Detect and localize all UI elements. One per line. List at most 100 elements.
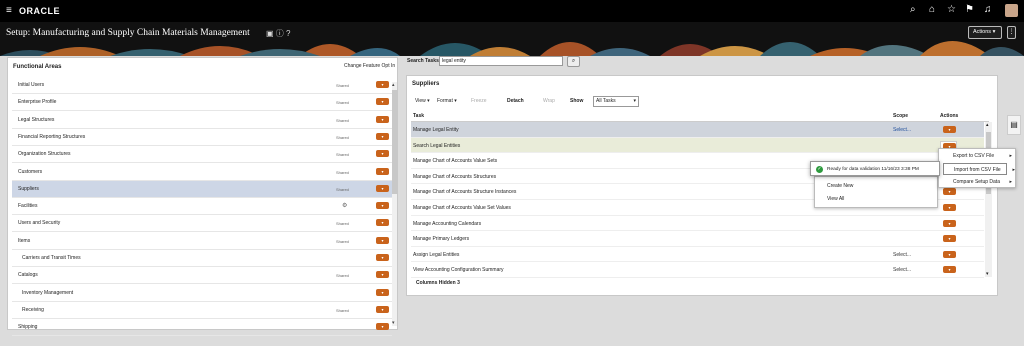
row-actions-button[interactable]: ▾ bbox=[943, 235, 956, 243]
shared-badge: Shared bbox=[336, 83, 349, 88]
functional-area-row[interactable]: Catalogs Shared ▾ bbox=[12, 267, 392, 285]
task-link[interactable]: Manage Primary Ledgers bbox=[413, 236, 469, 242]
row-actions-button[interactable]: ▾ bbox=[376, 288, 389, 296]
row-actions-button[interactable]: ▾ bbox=[376, 254, 389, 261]
row-actions-button[interactable]: ▾ bbox=[943, 219, 956, 227]
row-actions-button[interactable]: ▾ bbox=[376, 236, 389, 244]
functional-area-row[interactable]: Shipping ▾ bbox=[12, 319, 392, 337]
task-link[interactable]: Manage Chart of Accounts Structures bbox=[413, 174, 496, 180]
shared-badge: Shared bbox=[336, 186, 349, 192]
row-actions-button[interactable]: ▾ bbox=[376, 323, 389, 331]
row-actions-button[interactable]: ▾ bbox=[376, 271, 389, 279]
table-row[interactable]: View Accounting Configuration Summary Sel… bbox=[411, 262, 984, 278]
row-actions-button[interactable]: ▾ bbox=[376, 150, 389, 158]
show-filter-select[interactable]: All Tasks ▾ bbox=[593, 96, 639, 107]
scope-select-link[interactable]: Select... bbox=[893, 267, 911, 273]
row-actions-button[interactable]: ▾ bbox=[376, 219, 389, 227]
scope-select-link[interactable]: Select... bbox=[893, 127, 911, 133]
functional-area-row[interactable]: Suppliers Shared ▾ bbox=[12, 180, 392, 198]
shared-badge: Shared bbox=[336, 221, 349, 227]
functional-area-row[interactable]: Customers Shared ▾ bbox=[12, 164, 392, 181]
wrap-button[interactable]: Wrap bbox=[543, 98, 555, 104]
row-actions-button[interactable]: ▾ bbox=[376, 202, 389, 210]
functional-area-row[interactable]: Initial Users Shared ▾ bbox=[12, 77, 392, 94]
row-actions-button[interactable]: ▾ bbox=[376, 305, 389, 313]
functional-areas-scrollbar[interactable]: ▴ ▾ bbox=[392, 82, 397, 326]
functional-area-row[interactable]: Organization Structures Shared ▾ bbox=[12, 146, 392, 164]
side-panel-tab[interactable]: ▤ bbox=[1007, 115, 1021, 135]
row-actions-button[interactable]: ▾ bbox=[943, 126, 956, 133]
menu-item-import-csv[interactable]: Import from CSV File ▸ bbox=[943, 163, 1015, 175]
row-actions-button[interactable]: ▾ bbox=[943, 266, 956, 274]
detach-button[interactable]: Detach bbox=[507, 98, 524, 104]
scroll-thumb[interactable] bbox=[392, 90, 397, 194]
functional-area-label: Carriers and Transit Times bbox=[22, 255, 81, 261]
functional-area-row[interactable]: Carriers and Transit Times ▾ bbox=[12, 250, 392, 267]
actions-menu-button[interactable]: Actions ▾ bbox=[968, 26, 1002, 39]
star-icon[interactable]: ☆ bbox=[947, 5, 956, 15]
task-link[interactable]: Manage Accounting Calendars bbox=[413, 221, 481, 227]
table-row[interactable]: Assign Legal Entities Select... ▾ bbox=[411, 247, 984, 263]
functional-area-row[interactable]: Inventory Management ▾ bbox=[12, 285, 392, 302]
column-task[interactable]: Task bbox=[413, 113, 424, 119]
functional-area-row[interactable]: Users and Security Shared ▾ bbox=[12, 215, 392, 233]
bell-icon[interactable]: ♫ bbox=[984, 5, 992, 15]
oracle-logo[interactable]: ORACLE bbox=[19, 6, 60, 16]
row-actions-button[interactable]: ▾ bbox=[376, 98, 389, 106]
freeze-button[interactable]: Freeze bbox=[471, 98, 487, 104]
functional-area-label: Items bbox=[18, 237, 31, 244]
functional-area-row[interactable]: Legal Structures Shared ▾ bbox=[12, 112, 392, 129]
task-link[interactable]: Assign Legal Entities bbox=[413, 252, 459, 258]
search-button[interactable]: ⌕ bbox=[567, 56, 580, 67]
row-actions-button[interactable]: ▾ bbox=[376, 184, 389, 192]
menu-item-view-all[interactable]: View All bbox=[827, 196, 844, 202]
flag-icon[interactable]: ⚑ bbox=[965, 5, 974, 15]
table-row[interactable]: Manage Primary Ledgers ▾ bbox=[411, 231, 984, 247]
row-actions-button[interactable]: ▾ bbox=[943, 188, 956, 196]
row-actions-button[interactable]: ▾ bbox=[376, 81, 389, 88]
menu-item-export-csv[interactable]: Export to CSV File ▸ bbox=[939, 150, 1015, 162]
task-link[interactable]: Manage Chart of Accounts Value Set Value… bbox=[413, 205, 511, 211]
format-menu[interactable]: Format ▾ bbox=[437, 98, 457, 104]
menu-item-label: Import from CSV File bbox=[954, 167, 1001, 173]
task-link[interactable]: Manage Legal Entity bbox=[413, 127, 459, 133]
scroll-up-icon[interactable]: ▴ bbox=[986, 122, 989, 128]
task-table-scrollbar[interactable]: ▴ ▾ bbox=[985, 122, 992, 277]
table-row[interactable]: Manage Accounting Calendars ▾ bbox=[411, 216, 984, 232]
functional-area-row[interactable]: Financial Reporting Structures Shared ▾ bbox=[12, 129, 392, 146]
functional-area-row[interactable]: Enterprise Profile Shared ▾ bbox=[12, 94, 392, 112]
search-tasks-input[interactable]: legal entity bbox=[439, 56, 563, 66]
column-actions[interactable]: Actions bbox=[940, 113, 958, 119]
scroll-up-icon[interactable]: ▴ bbox=[392, 82, 395, 88]
menu-item-compare-setup[interactable]: Compare Setup Data ▸ bbox=[939, 176, 1015, 188]
shared-badge: Shared bbox=[336, 100, 349, 106]
help-icon[interactable]: ▣ ⓘ ? bbox=[266, 28, 290, 39]
change-feature-opt-in-link[interactable]: Change Feature Opt In bbox=[344, 63, 395, 69]
task-link[interactable]: Manage Chart of Accounts Structure Insta… bbox=[413, 189, 516, 195]
scroll-down-icon[interactable]: ▾ bbox=[392, 320, 395, 326]
task-link[interactable]: Search Legal Entities bbox=[413, 143, 460, 149]
functional-area-row[interactable]: Items Shared ▾ bbox=[12, 233, 392, 250]
home-icon[interactable]: ⌂ bbox=[929, 5, 935, 15]
functional-area-row[interactable]: Receiving Shared ▾ bbox=[12, 302, 392, 319]
row-actions-button[interactable]: ▾ bbox=[376, 132, 389, 140]
column-scope[interactable]: Scope bbox=[893, 113, 908, 119]
table-row[interactable]: Search Legal Entities bbox=[411, 137, 984, 154]
avatar[interactable] bbox=[1005, 4, 1018, 17]
task-link[interactable]: Manage Chart of Accounts Value Sets bbox=[413, 158, 497, 164]
more-options-button[interactable]: ⋮ bbox=[1007, 26, 1016, 39]
menu-item-create-new[interactable]: Create New bbox=[827, 183, 853, 189]
functional-area-row[interactable]: Facilities ⚙ ▾ bbox=[12, 198, 392, 216]
row-actions-button[interactable]: ▾ bbox=[376, 167, 389, 175]
row-actions-button[interactable]: ▾ bbox=[376, 115, 389, 123]
scope-select-link[interactable]: Select... bbox=[893, 252, 911, 258]
view-menu[interactable]: View ▾ bbox=[415, 98, 430, 104]
scroll-down-icon[interactable]: ▾ bbox=[986, 271, 989, 277]
table-row[interactable]: Manage Legal Entity Select... ▾ bbox=[411, 122, 984, 138]
row-actions-button[interactable]: ▾ bbox=[943, 204, 956, 211]
task-link[interactable]: View Accounting Configuration Summary bbox=[413, 267, 504, 273]
hamburger-icon[interactable]: ≡ bbox=[6, 6, 12, 16]
row-actions-button[interactable]: ▾ bbox=[943, 250, 956, 258]
actions-context-menu: Create New View All bbox=[814, 176, 938, 208]
search-icon[interactable]: ⌕ bbox=[910, 5, 916, 15]
